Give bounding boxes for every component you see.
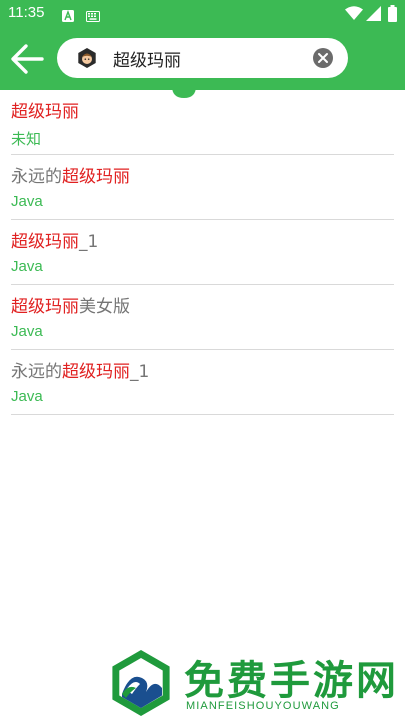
result-platform: Java bbox=[11, 258, 43, 275]
app-bar bbox=[0, 28, 405, 90]
result-item[interactable]: 超级玛丽_1 Java bbox=[11, 220, 394, 285]
highlight-text: 超级玛丽 bbox=[11, 232, 79, 252]
result-title: 超级玛丽_1 bbox=[11, 232, 99, 252]
result-platform: Java bbox=[11, 323, 43, 340]
status-bar: 11:35 bbox=[0, 0, 405, 28]
cellular-signal-icon bbox=[366, 6, 381, 25]
back-button[interactable] bbox=[8, 41, 46, 77]
result-title: 永远的超级玛丽_1 bbox=[11, 362, 150, 382]
watermark: 免费手游网 MIANFEISHOUYOUWANG bbox=[106, 648, 396, 718]
battery-icon bbox=[388, 5, 397, 26]
result-platform: 未知 bbox=[11, 131, 42, 148]
result-title: 超级玛丽 bbox=[11, 97, 79, 122]
highlight-text: 超级玛丽 bbox=[11, 102, 79, 122]
watermark-title: 免费手游网 bbox=[184, 658, 399, 704]
result-platform: Java bbox=[11, 193, 43, 210]
clear-circle-icon bbox=[313, 48, 333, 68]
arrow-left-icon bbox=[11, 44, 44, 74]
result-title: 永远的超级玛丽 bbox=[11, 167, 130, 187]
watermark-logo-icon bbox=[112, 650, 170, 716]
result-item[interactable]: 超级玛丽美女版 Java bbox=[11, 285, 394, 350]
result-item[interactable]: 永远的超级玛丽_1 Java bbox=[11, 350, 394, 415]
clear-search-button[interactable] bbox=[312, 47, 334, 69]
android-notification-icon bbox=[62, 7, 74, 26]
status-time: 11:35 bbox=[8, 4, 45, 21]
result-item[interactable]: 超级玛丽 未知 bbox=[11, 90, 394, 155]
result-platform: Java bbox=[11, 388, 43, 405]
highlight-text: 超级玛丽 bbox=[11, 297, 79, 317]
character-avatar-icon bbox=[76, 47, 98, 69]
search-input[interactable] bbox=[113, 46, 303, 70]
wifi-icon bbox=[345, 6, 363, 25]
result-item[interactable]: 永远的超级玛丽 Java bbox=[11, 155, 394, 220]
highlight-text: 超级玛丽 bbox=[62, 362, 130, 382]
watermark-subtitle: MIANFEISHOUYOUWANG bbox=[186, 700, 340, 712]
highlight-text: 超级玛丽 bbox=[62, 167, 130, 187]
search-results-list: 超级玛丽 未知 永远的超级玛丽 Java 超级玛丽_1 Java 超级玛丽美女版… bbox=[0, 90, 405, 415]
keyboard-icon bbox=[86, 7, 100, 26]
result-title: 超级玛丽美女版 bbox=[11, 297, 130, 317]
search-box[interactable] bbox=[57, 38, 348, 78]
